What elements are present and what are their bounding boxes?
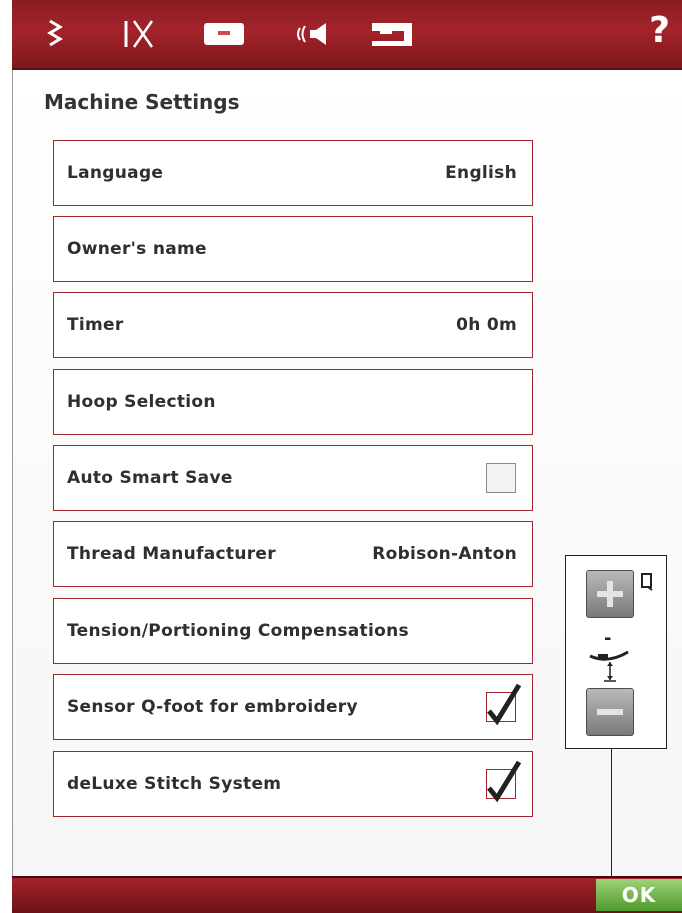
setting-label: Language [67,163,164,183]
setting-value: Robison-Anton [372,544,517,564]
setting-value: 0h 0m [456,315,517,335]
machine-settings-icon[interactable] [200,16,248,52]
setting-label: Auto Smart Save [67,468,233,488]
sound-settings-icon[interactable] [290,16,338,52]
setting-auto-smart-save[interactable]: Auto Smart Save [53,445,533,511]
plus-icon [597,581,623,607]
stitch-settings-icon[interactable] [32,16,80,52]
setting-thread-manufacturer[interactable]: Thread Manufacturer Robison-Anton [53,521,533,587]
foot-height-plus-button[interactable] [586,570,634,618]
setting-label: Thread Manufacturer [67,544,276,564]
setting-owners-name[interactable]: Owner's name [53,216,533,282]
callout-line [611,749,612,889]
sewing-settings-icon[interactable] [114,16,162,52]
help-button[interactable]: ? [649,10,670,51]
setting-tension-compensations[interactable]: Tension/Portioning Compensations [53,598,533,664]
setting-label: Owner's name [67,239,207,259]
setting-sensor-q-foot[interactable]: Sensor Q-foot for embroidery [53,674,533,740]
foot-height-minus-button[interactable] [586,688,634,736]
top-toolbar: ? [12,0,682,70]
setting-hoop-selection[interactable]: Hoop Selection [53,369,533,435]
minus-icon [597,709,623,715]
setting-label: Timer [67,315,124,335]
setting-label: Sensor Q-foot for embroidery [67,697,358,717]
checkmark-icon [487,683,522,725]
setting-label: deLuxe Stitch System [67,774,282,794]
sensor-q-foot-checkbox[interactable] [486,683,522,725]
settings-panel: Machine Settings Language English Owner'… [12,70,682,876]
setting-deluxe-stitch-system[interactable]: deLuxe Stitch System [53,751,533,817]
page-title: Machine Settings [44,90,240,114]
deluxe-stitch-checkbox[interactable] [486,760,522,802]
foot-height-level: - [604,628,612,649]
setting-language[interactable]: Language English [53,140,533,206]
embroidery-machine-icon[interactable] [368,16,416,52]
presser-foot-height-panel: - [565,555,667,749]
setting-label: Hoop Selection [67,392,216,412]
checkmark-icon [487,760,522,802]
q-foot-icon [640,572,654,596]
auto-smart-save-checkbox[interactable] [486,463,516,493]
setting-value: English [445,163,517,183]
setting-label: Tension/Portioning Compensations [67,621,409,641]
bottom-bar [12,876,682,913]
setting-timer[interactable]: Timer 0h 0m [53,292,533,358]
ok-button[interactable]: OK [596,879,682,911]
presser-foot-icon [588,650,632,688]
